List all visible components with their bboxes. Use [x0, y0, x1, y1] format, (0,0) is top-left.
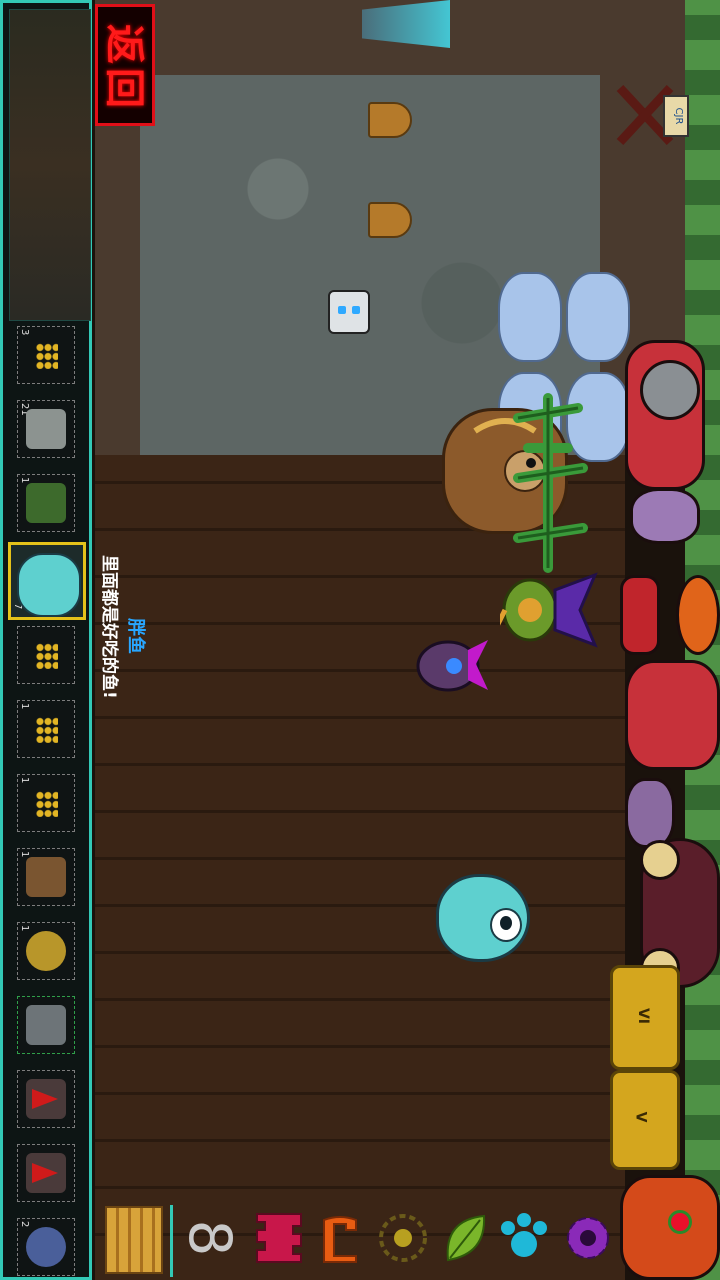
- robot-unit[interactable]: [328, 290, 370, 334]
- crossed-swords-banner-icon[interactable]: CJR: [612, 82, 692, 152]
- item-slot[interactable]: 2: [17, 1218, 75, 1276]
- red-hat-gnome-icon: [26, 1153, 66, 1193]
- back-button[interactable]: 返回: [95, 4, 155, 126]
- item-slot[interactable]: 1: [17, 848, 75, 906]
- castle-icon[interactable]: [250, 1202, 308, 1274]
- slot-count: 1: [19, 851, 30, 858]
- svg-text:CJR: CJR: [673, 108, 684, 125]
- monster-eye: [668, 1210, 692, 1234]
- lane-number: V: [632, 1111, 649, 1123]
- fat-fish-pupil: [500, 916, 512, 930]
- red-hat-gnome-icon: [26, 1079, 66, 1119]
- skull-monster[interactable]: [630, 488, 700, 544]
- stone-golem-icon: [26, 1005, 66, 1045]
- slot-count: 2: [19, 1221, 30, 1228]
- toolbar-divider: [170, 1205, 173, 1277]
- infinity-label: 8: [176, 1219, 244, 1257]
- red-crab-monster[interactable]: [625, 660, 720, 770]
- helmet: [640, 360, 700, 420]
- robot-eye: [338, 306, 346, 314]
- back-label: 返回: [101, 24, 147, 112]
- tower-dots-icon: [36, 643, 58, 669]
- bracket-icon[interactable]: [318, 1202, 362, 1274]
- item-slot[interactable]: 1: [17, 774, 75, 832]
- item-slot[interactable]: [17, 996, 75, 1054]
- tooltip-description: 里面都是好吃的鱼!: [99, 555, 119, 699]
- item-slot[interactable]: 1: [17, 474, 75, 532]
- item-slot[interactable]: [17, 1070, 75, 1128]
- purple-spiky-monster[interactable]: [408, 630, 488, 700]
- item-slot[interactable]: [17, 1144, 75, 1202]
- slot-count: 3: [19, 329, 30, 336]
- lane-number: VI: [635, 1007, 652, 1025]
- horn: [640, 840, 680, 880]
- lane-gate[interactable]: VI: [610, 965, 680, 1070]
- item-slot[interactable]: 21: [17, 400, 75, 458]
- gear-icon[interactable]: [560, 1202, 616, 1274]
- blue-orb-icon: [26, 1227, 66, 1267]
- item-slot[interactable]: 1: [17, 700, 75, 758]
- dragon-monster[interactable]: [492, 570, 600, 650]
- item-slot[interactable]: 1: [17, 922, 75, 980]
- paw-icon[interactable]: [498, 1202, 550, 1274]
- slot-count: 1: [19, 777, 30, 784]
- wooden-sign-icon: [26, 857, 66, 897]
- tower-dots-icon: [36, 343, 58, 369]
- small-purple-monster[interactable]: [625, 778, 675, 848]
- game-stage: CJR VI V 胖鱼 里面都是好吃的鱼! 返回 3 21 1 7 1 1 1 …: [0, 0, 720, 1280]
- tower-dots-icon: [36, 717, 58, 743]
- fat-fish-icon: [17, 553, 81, 617]
- leaf-icon[interactable]: [440, 1202, 490, 1274]
- gate-icon[interactable]: [105, 1206, 163, 1274]
- robot-eye: [352, 306, 360, 314]
- slot-count: 1: [19, 477, 30, 484]
- spike-trap-icon[interactable]: [368, 202, 412, 238]
- tombstone-icon: [26, 409, 66, 449]
- slot-count: 1: [19, 703, 30, 710]
- item-slot-selected[interactable]: 7: [8, 542, 86, 620]
- item-bar-preview: [9, 9, 91, 321]
- slot-count: 1: [19, 925, 30, 932]
- lane-gate[interactable]: V: [610, 1070, 680, 1170]
- vine-plant-monster[interactable]: [508, 388, 592, 578]
- golden-idol-icon: [26, 931, 66, 971]
- ice-pile[interactable]: [498, 272, 562, 362]
- ice-pile[interactable]: [566, 272, 630, 362]
- item-slot[interactable]: [17, 626, 75, 684]
- item-slot[interactable]: 3: [17, 326, 75, 384]
- green-trap-icon: [26, 483, 66, 523]
- red-seat[interactable]: [620, 575, 660, 655]
- tooltip-name: 胖鱼: [125, 618, 146, 654]
- tower-dots-icon: [36, 791, 58, 817]
- spike-trap-icon[interactable]: [368, 102, 412, 138]
- infinity-icon[interactable]: 8: [174, 1213, 246, 1263]
- gear-dim-icon[interactable]: [376, 1202, 430, 1274]
- orange-orb-monster[interactable]: [676, 575, 720, 655]
